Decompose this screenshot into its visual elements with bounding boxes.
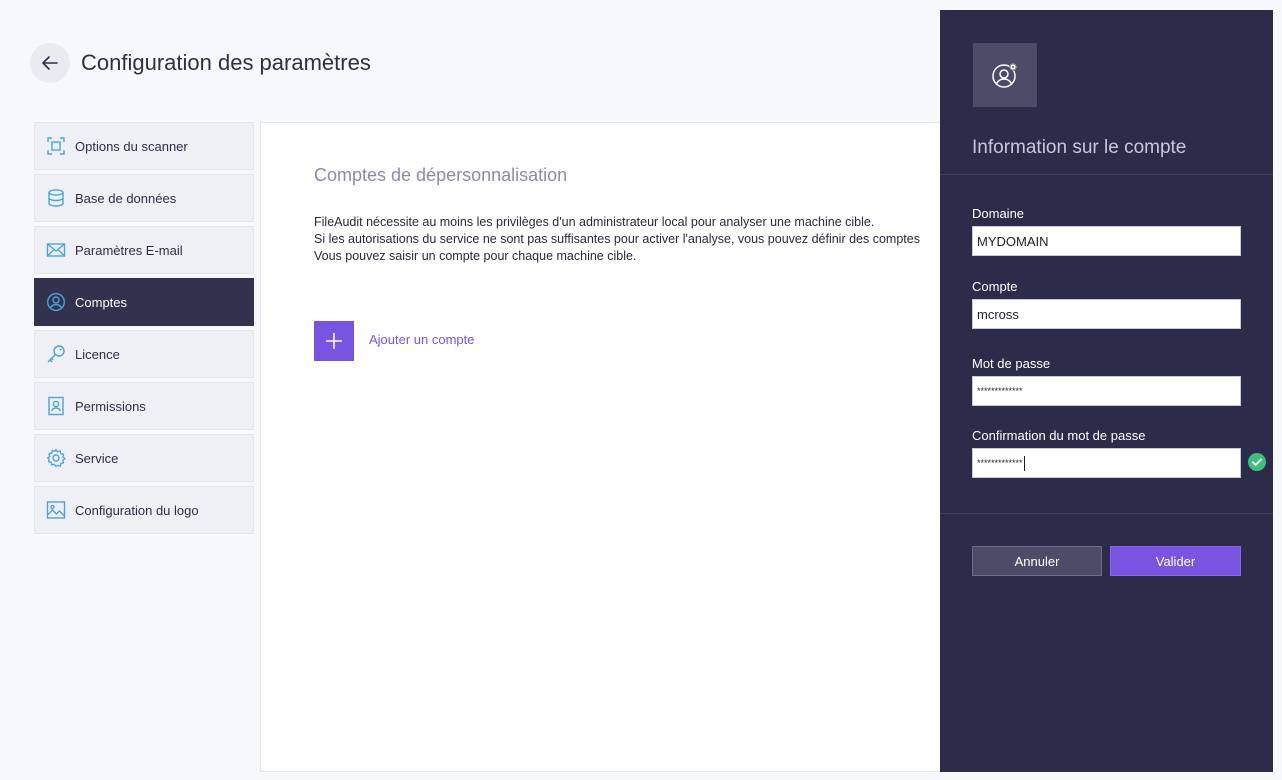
sidebar-item-service[interactable]: Service <box>34 434 254 482</box>
key-icon <box>46 344 66 364</box>
sidebar: Options du scanner Base de données Param… <box>34 122 254 538</box>
check-circle-icon <box>1248 453 1266 471</box>
password-input[interactable]: ************* <box>972 376 1241 406</box>
back-button[interactable] <box>30 43 70 83</box>
validate-button[interactable]: Valider <box>1110 546 1241 576</box>
user-circle-icon <box>46 292 66 312</box>
account-info-panel: Information sur le compte Domaine Compte… <box>940 10 1273 772</box>
sidebar-item-label: Service <box>75 450 119 466</box>
plus-icon <box>326 333 342 349</box>
sidebar-item-label: Paramètres E-mail <box>75 242 183 258</box>
text-caret <box>1023 455 1025 471</box>
sidebar-item-license[interactable]: Licence <box>34 330 254 378</box>
panel-divider <box>940 174 1273 175</box>
sidebar-item-label: Configuration du logo <box>75 502 199 518</box>
sidebar-item-label: Permissions <box>75 398 146 414</box>
description-line: Vous pouvez saisir un compte pour chaque… <box>314 249 637 263</box>
add-account-link[interactable]: Ajouter un compte <box>369 332 475 347</box>
user-settings-icon <box>992 63 1017 88</box>
envelope-icon <box>46 240 66 260</box>
panel-icon-box <box>973 43 1037 107</box>
domain-label: Domaine <box>972 206 1025 221</box>
panel-title: Information sur le compte <box>972 137 1187 158</box>
scanner-frame-icon <box>46 136 66 156</box>
confirm-password-mask: ************* <box>977 458 1023 468</box>
description-line: Si les autorisations du service ne sont … <box>314 232 920 246</box>
sidebar-item-label: Licence <box>75 346 120 362</box>
confirm-password-input[interactable]: ************* <box>972 448 1241 478</box>
domain-input[interactable] <box>972 226 1241 256</box>
sidebar-item-database[interactable]: Base de données <box>34 174 254 222</box>
section-description: FileAudit nécessite au moins les privilè… <box>314 214 920 265</box>
password-mask: ************* <box>977 386 1023 396</box>
sidebar-item-label: Base de données <box>75 190 177 206</box>
sidebar-item-accounts[interactable]: Comptes <box>34 278 254 326</box>
sidebar-item-permissions[interactable]: Permissions <box>34 382 254 430</box>
description-line: FileAudit nécessite au moins les privilè… <box>314 215 875 229</box>
image-icon <box>46 500 66 520</box>
account-label: Compte <box>972 279 1018 294</box>
page-title: Configuration des paramètres <box>81 50 371 75</box>
sidebar-item-scanner-options[interactable]: Options du scanner <box>34 122 254 170</box>
section-title: Comptes de dépersonnalisation <box>314 165 568 185</box>
main-content: Comptes de dépersonnalisation FileAudit … <box>260 122 950 772</box>
password-label: Mot de passe <box>972 356 1051 371</box>
sidebar-item-label: Options du scanner <box>75 138 188 154</box>
badge-icon <box>46 396 66 416</box>
page-header: Configuration des paramètres <box>30 43 371 83</box>
account-input[interactable] <box>972 299 1241 329</box>
sidebar-item-email-settings[interactable]: Paramètres E-mail <box>34 226 254 274</box>
sidebar-item-label: Comptes <box>75 294 128 310</box>
arrow-left-icon <box>42 56 58 70</box>
gear-icon <box>46 448 66 468</box>
add-account-button[interactable] <box>314 321 354 361</box>
sidebar-item-logo-config[interactable]: Configuration du logo <box>34 486 254 534</box>
database-icon <box>46 188 66 208</box>
panel-divider <box>940 513 1273 514</box>
cancel-button[interactable]: Annuler <box>972 546 1102 576</box>
confirm-password-label: Confirmation du mot de passe <box>972 428 1146 443</box>
